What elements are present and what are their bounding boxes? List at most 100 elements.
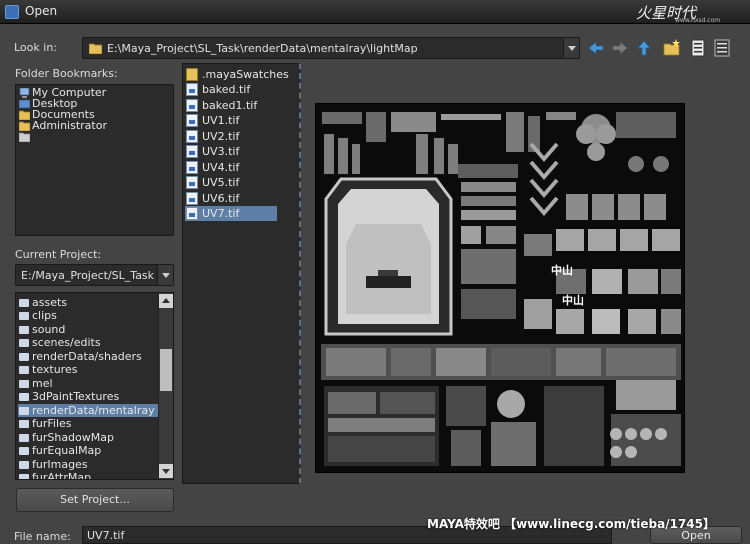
tif-file-icon [186,176,198,189]
project-folder-selected[interactable]: renderData/mentalray [18,404,158,417]
folder-icon [19,110,30,120]
file-item[interactable]: UV4.tif [185,160,277,175]
folder-icon [19,434,29,442]
scroll-up-icon[interactable] [159,294,173,308]
file-item[interactable]: UV5.tif [185,175,277,190]
file-name-value: UV7.tif [87,529,125,542]
folder-label: scenes/edits [32,336,101,349]
project-folder[interactable]: furEqualMap [18,444,158,457]
file-name-label: File name: [14,530,71,543]
project-folder[interactable]: furFiles [18,417,158,430]
folder-icon [19,312,29,320]
folder-icon [19,474,29,479]
window-title: Open [25,4,58,18]
file-item[interactable]: UV6.tif [185,191,277,206]
folder-label: 3dPaintTextures [32,390,120,403]
folder-scrollbar[interactable] [158,293,173,479]
file-label: UV2.tif [202,130,240,143]
tif-file-icon [186,83,198,96]
file-label: .mayaSwatches [202,68,289,81]
folder-icon [19,393,29,401]
project-folder[interactable]: renderData/shaders [18,350,158,363]
project-folder[interactable]: scenes/edits [18,336,158,349]
folder-label: furEqualMap [32,444,102,457]
file-label: UV1.tif [202,114,240,127]
tif-file-icon [186,145,198,158]
folder-label: furImages [32,458,88,471]
new-folder-icon[interactable] [662,38,682,58]
back-arrow-icon[interactable] [586,38,606,58]
tif-file-icon [186,207,198,220]
folder-icon [19,339,29,347]
project-folder[interactable]: furImages [18,458,158,471]
set-project-button[interactable]: Set Project... [16,488,174,512]
file-item[interactable]: UV2.tif [185,129,277,144]
file-label: UV4.tif [202,161,240,174]
up-folder-icon[interactable] [634,38,654,58]
app-icon [5,5,19,19]
project-folder[interactable]: mel [18,377,158,390]
title-bar: Open 火星时代 www.hxsd.com [0,0,750,24]
folder-label: assets [32,296,68,309]
current-project-value: E:/Maya_Project/SL_Task [21,269,155,282]
scroll-down-icon[interactable] [159,464,173,478]
file-item[interactable]: .mayaSwatches [185,67,289,82]
file-item[interactable]: baked.tif [185,82,277,97]
file-label: UV3.tif [202,145,240,158]
folder-label: renderData/shaders [32,350,142,363]
watermark-url: www.hxsd.com [675,17,721,24]
folder-icon [19,353,29,361]
current-project-label: Current Project: [15,248,102,261]
tif-file-icon [186,192,198,205]
forward-arrow-icon[interactable] [610,38,630,58]
preview-label: 中山 [562,293,584,307]
tif-file-icon [186,161,198,174]
folder-label: clips [32,309,57,322]
bookmarks-list: My Computer Desktop Documents Administra… [15,84,174,236]
bookmark-label: Administrator [32,119,107,132]
folder-icon [19,380,29,388]
look-in-path: E:\Maya_Project\SL_Task\renderData\menta… [107,42,418,55]
chevron-down-icon[interactable] [157,265,173,285]
chevron-down-icon[interactable] [563,38,579,58]
look-in-label: Look in: [14,41,57,54]
file-item[interactable]: UV3.tif [185,144,277,159]
current-project-combo[interactable]: E:/Maya_Project/SL_Task [15,264,174,286]
file-item-selected[interactable]: UV7.tif [185,206,277,221]
project-folder[interactable]: furShadowMap [18,431,158,444]
scroll-thumb[interactable] [160,349,172,391]
folder-icon [19,132,30,142]
file-label: UV5.tif [202,176,240,189]
project-folder[interactable]: textures [18,363,158,376]
project-folder[interactable]: 3dPaintTextures [18,390,158,403]
look-in-combo[interactable]: E:\Maya_Project\SL_Task\renderData\menta… [82,37,580,59]
folder-label: furShadowMap [32,431,114,444]
file-item[interactable]: baked1.tif [185,98,277,113]
project-folder[interactable]: clips [18,309,158,322]
folder-label: textures [32,363,78,376]
project-folder[interactable]: furAttrMap [18,471,158,480]
desktop-icon [19,99,30,109]
detail-view-icon[interactable] [712,38,732,58]
file-list: .mayaSwatches baked.tif baked1.tif UV1.t… [182,63,301,484]
image-preview: 中山 中山 [315,103,685,473]
folder-icon [19,299,29,307]
preview-label: 中山 [551,263,573,277]
project-folder-list: assets clips sound scenes/edits renderDa… [15,292,174,480]
list-view-icon[interactable] [688,38,708,58]
file-label: baked1.tif [202,99,258,112]
tif-file-icon [186,130,198,143]
project-folder[interactable]: assets [18,296,158,309]
folder-icon [19,326,29,334]
folder-icon [19,447,29,455]
folder-icon [19,407,29,415]
folder-label: furAttrMap [32,471,92,480]
folder-icon [19,420,29,428]
folder-icon [19,121,30,131]
file-label: UV6.tif [202,192,240,205]
folder-icon [186,68,198,81]
project-folder[interactable]: sound [18,323,158,336]
folder-icon [19,366,29,374]
uv-lightmap-image: 中山 中山 [316,104,684,472]
file-item[interactable]: UV1.tif [185,113,277,128]
